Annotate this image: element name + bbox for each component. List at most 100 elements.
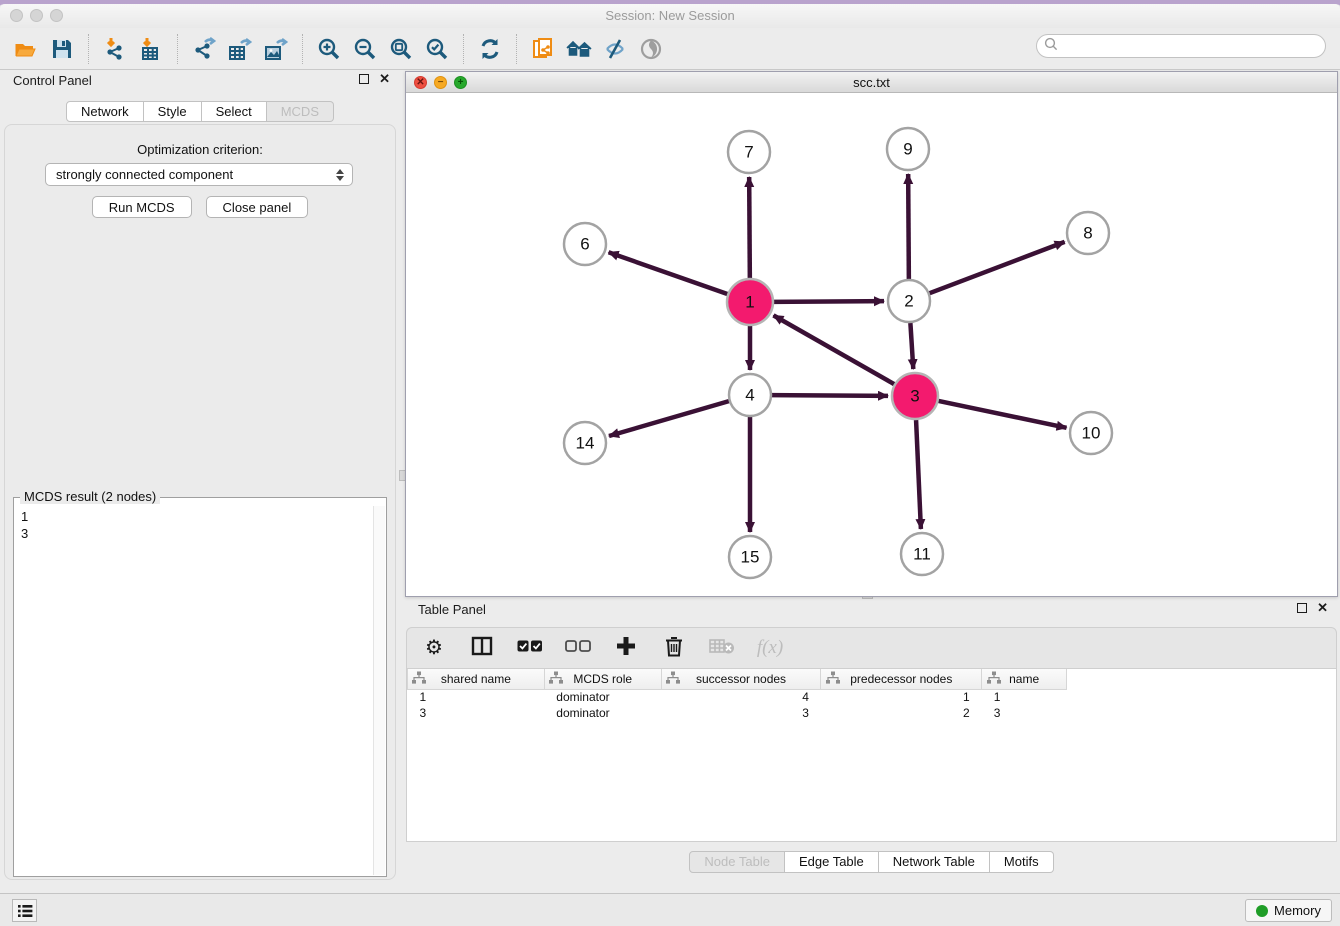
- cell-MCDS-role[interactable]: dominator: [544, 689, 661, 705]
- graph-node-11[interactable]: 11: [901, 533, 943, 575]
- edge-3-1[interactable]: [773, 315, 894, 384]
- sitemap-icon: [549, 671, 563, 687]
- graph-node-10[interactable]: 10: [1070, 412, 1112, 454]
- table-panel-title: Table Panel: [418, 602, 486, 617]
- result-scrollbar[interactable]: [373, 506, 385, 875]
- sitemap-icon: [826, 671, 840, 687]
- edge-2-9[interactable]: [908, 174, 909, 279]
- close-panel-icon[interactable]: ✕: [379, 74, 390, 84]
- edge-1-2[interactable]: [774, 301, 884, 302]
- tab-mcds[interactable]: MCDS: [267, 101, 334, 122]
- search-box[interactable]: [1036, 34, 1326, 58]
- close-table-panel-icon[interactable]: ✕: [1317, 603, 1328, 613]
- table-row[interactable]: 3dominator323: [408, 705, 1337, 721]
- export-network-button[interactable]: [186, 33, 222, 65]
- graph-node-2[interactable]: 2: [888, 280, 930, 322]
- tab-edge-table[interactable]: Edge Table: [785, 851, 879, 873]
- refresh-button[interactable]: [472, 33, 508, 65]
- cell-predecessor-nodes[interactable]: 1: [821, 689, 982, 705]
- split-view-button[interactable]: [469, 633, 495, 663]
- cell-name[interactable]: 1: [982, 689, 1067, 705]
- delete-table-icon: [709, 637, 735, 660]
- tab-network-table[interactable]: Network Table: [879, 851, 990, 873]
- table-toolbar: ⚙f(x): [406, 627, 1337, 669]
- zoom-selected-button[interactable]: [419, 33, 455, 65]
- edge-1-7[interactable]: [749, 177, 750, 278]
- graph-node-1[interactable]: 1: [727, 279, 773, 325]
- cell-name[interactable]: 3: [982, 705, 1067, 721]
- graph-node-3[interactable]: 3: [892, 373, 938, 419]
- graph-node-15[interactable]: 15: [729, 536, 771, 578]
- node-table[interactable]: shared nameMCDS rolesuccessor nodesprede…: [407, 669, 1336, 721]
- cell-shared-name[interactable]: 3: [408, 705, 545, 721]
- memory-button[interactable]: Memory: [1245, 899, 1332, 922]
- cell-successor-nodes[interactable]: 3: [661, 705, 821, 721]
- add-button[interactable]: [613, 633, 639, 663]
- tab-select[interactable]: Select: [202, 101, 267, 122]
- edge-3-10[interactable]: [938, 401, 1066, 428]
- edge-2-8[interactable]: [930, 242, 1065, 293]
- table-panel: Table Panel ✕ ⚙f(x) shared nameMCDS role…: [405, 599, 1338, 887]
- save-session-button[interactable]: [44, 33, 80, 65]
- import-network-button[interactable]: [97, 33, 133, 65]
- run-mcds-button[interactable]: Run MCDS: [92, 196, 192, 218]
- tab-style[interactable]: Style: [144, 101, 202, 122]
- delete-button[interactable]: [661, 633, 687, 663]
- close-panel-button[interactable]: Close panel: [206, 196, 309, 218]
- float-panel-icon[interactable]: [359, 74, 369, 84]
- column-header-predecessor-nodes[interactable]: predecessor nodes: [821, 669, 982, 689]
- list-icon: [17, 904, 33, 918]
- graph-node-14[interactable]: 14: [564, 422, 606, 464]
- edge-3-11[interactable]: [916, 420, 921, 529]
- svg-text:7: 7: [744, 143, 753, 162]
- cell-successor-nodes[interactable]: 4: [661, 689, 821, 705]
- float-table-panel-icon[interactable]: [1297, 603, 1307, 613]
- column-label: name: [1009, 672, 1039, 686]
- network-canvas[interactable]: 7 9 6 8 1 2 4 3 14 10 15 11: [406, 94, 1337, 596]
- tab-node-table[interactable]: Node Table: [689, 851, 785, 873]
- graph-node-8[interactable]: 8: [1067, 212, 1109, 254]
- graph-node-7[interactable]: 7: [728, 131, 770, 173]
- column-header-MCDS-role[interactable]: MCDS role: [544, 669, 661, 689]
- gear-button[interactable]: ⚙: [421, 633, 447, 663]
- graph-node-4[interactable]: 4: [729, 374, 771, 416]
- show-hide-graphics-button[interactable]: [597, 33, 633, 65]
- mcds-result-list[interactable]: 1 3: [15, 506, 373, 875]
- edge-4-3[interactable]: [772, 395, 888, 396]
- select-all-icon: [517, 639, 543, 658]
- edge-2-3[interactable]: [910, 323, 913, 369]
- export-table-button[interactable]: [222, 33, 258, 65]
- edge-1-6[interactable]: [609, 252, 728, 294]
- home-icon: [566, 38, 592, 60]
- column-header-shared-name[interactable]: shared name: [408, 669, 545, 689]
- column-header-successor-nodes[interactable]: successor nodes: [661, 669, 821, 689]
- network-window-titlebar: ✕ − + scc.txt: [406, 72, 1337, 93]
- select-all-button[interactable]: [517, 633, 543, 663]
- graph-node-6[interactable]: 6: [564, 223, 606, 265]
- edge-4-14[interactable]: [609, 401, 729, 436]
- eye-button[interactable]: [633, 33, 669, 65]
- copy-view-button[interactable]: [525, 33, 561, 65]
- folder-open-icon: [14, 38, 38, 60]
- table-row[interactable]: 1dominator411: [408, 689, 1337, 705]
- tab-motifs[interactable]: Motifs: [990, 851, 1054, 873]
- cell-shared-name[interactable]: 1: [408, 689, 545, 705]
- zoom-in-button[interactable]: [311, 33, 347, 65]
- export-image-icon: [264, 37, 288, 61]
- export-image-button[interactable]: [258, 33, 294, 65]
- tab-network[interactable]: Network: [66, 101, 144, 122]
- open-session-button[interactable]: [8, 33, 44, 65]
- search-input[interactable]: [1058, 36, 1325, 56]
- clear-selection-button[interactable]: [565, 633, 591, 663]
- cell-MCDS-role[interactable]: dominator: [544, 705, 661, 721]
- graph-node-9[interactable]: 9: [887, 128, 929, 170]
- cell-predecessor-nodes[interactable]: 2: [821, 705, 982, 721]
- zoom-fit-button[interactable]: [383, 33, 419, 65]
- column-header-name[interactable]: name: [982, 669, 1067, 689]
- task-history-button[interactable]: [12, 899, 37, 922]
- criterion-dropdown[interactable]: strongly connected component: [45, 163, 353, 186]
- import-table-button[interactable]: [133, 33, 169, 65]
- control-panel-tabs: NetworkStyleSelectMCDS: [0, 101, 400, 122]
- home-button[interactable]: [561, 33, 597, 65]
- zoom-out-button[interactable]: [347, 33, 383, 65]
